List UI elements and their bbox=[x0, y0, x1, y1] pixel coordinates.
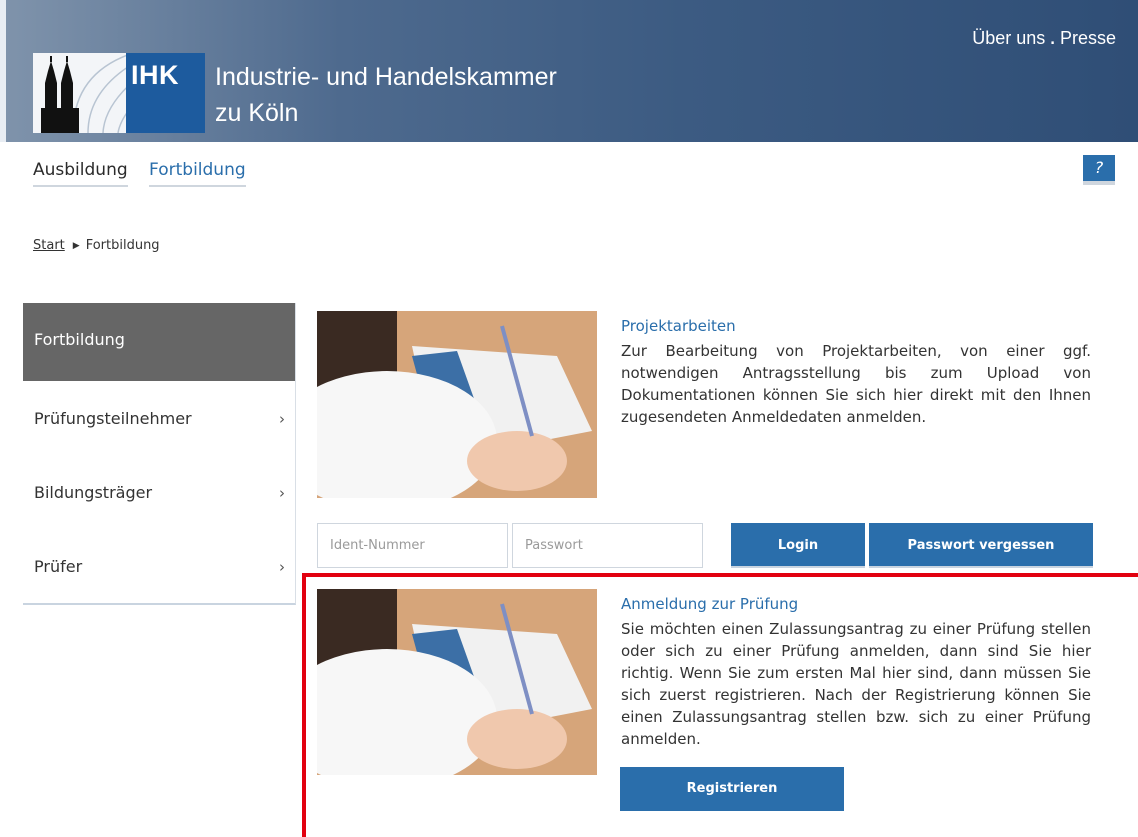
breadcrumb-start-link[interactable]: Start bbox=[33, 238, 65, 253]
login-button[interactable]: Login bbox=[731, 523, 865, 568]
sidebar-item-label: Prüfungsteilnehmer bbox=[34, 409, 192, 428]
chevron-right-icon: › bbox=[279, 484, 285, 502]
sidebar-item-fortbildung[interactable]: Fortbildung bbox=[23, 303, 295, 381]
press-link[interactable]: Presse bbox=[1060, 28, 1116, 48]
nav-ausbildung[interactable]: Ausbildung bbox=[33, 160, 128, 187]
help-button[interactable]: ? bbox=[1083, 155, 1115, 185]
breadcrumb-arrow-icon: ▶ bbox=[72, 241, 80, 251]
sidebar-item-bildungstraeger[interactable]: Bildungsträger › bbox=[23, 456, 295, 530]
ihk-logo-text: IHK bbox=[131, 60, 179, 90]
sidebar-item-label: Prüfer bbox=[34, 557, 83, 576]
nav-fortbildung[interactable]: Fortbildung bbox=[149, 160, 246, 187]
forgot-password-button[interactable]: Passwort vergessen bbox=[869, 523, 1093, 568]
link-separator: . bbox=[1049, 23, 1056, 50]
breadcrumb: Start ▶ Fortbildung bbox=[33, 238, 160, 253]
org-name-line1: Industrie- und Handelskammer bbox=[215, 63, 557, 91]
about-us-link[interactable]: Über uns bbox=[972, 28, 1045, 48]
sidebar-item-pruefungsteilnehmer[interactable]: Prüfungsteilnehmer › bbox=[23, 382, 295, 456]
exam-writing-photo bbox=[317, 311, 597, 498]
sidebar-item-pruefer[interactable]: Prüfer › bbox=[23, 530, 295, 604]
card-text-projektarbeiten: Zur Bearbeitung von Projektarbeiten, von… bbox=[621, 342, 1091, 426]
sidebar: Fortbildung Prüfungsteilnehmer › Bildung… bbox=[23, 303, 296, 605]
card-title-projektarbeiten: Projektarbeiten bbox=[621, 317, 736, 335]
breadcrumb-current: Fortbildung bbox=[85, 238, 160, 253]
site-header: IHK Industrie- und Handelskammer zu Köln… bbox=[0, 0, 1138, 142]
sidebar-item-label: Fortbildung bbox=[34, 330, 125, 349]
highlight-frame bbox=[302, 573, 1138, 837]
password-input[interactable] bbox=[512, 523, 703, 568]
ident-number-input[interactable] bbox=[317, 523, 508, 568]
chevron-right-icon: › bbox=[279, 558, 285, 576]
exam-writing-photo-icon bbox=[317, 311, 597, 498]
org-name-line2: zu Köln bbox=[215, 99, 299, 127]
top-links: Über uns. Presse bbox=[972, 25, 1116, 49]
chevron-right-icon: › bbox=[279, 410, 285, 428]
sidebar-item-label: Bildungsträger bbox=[34, 483, 153, 502]
main-nav: Ausbildung Fortbildung bbox=[33, 160, 262, 187]
